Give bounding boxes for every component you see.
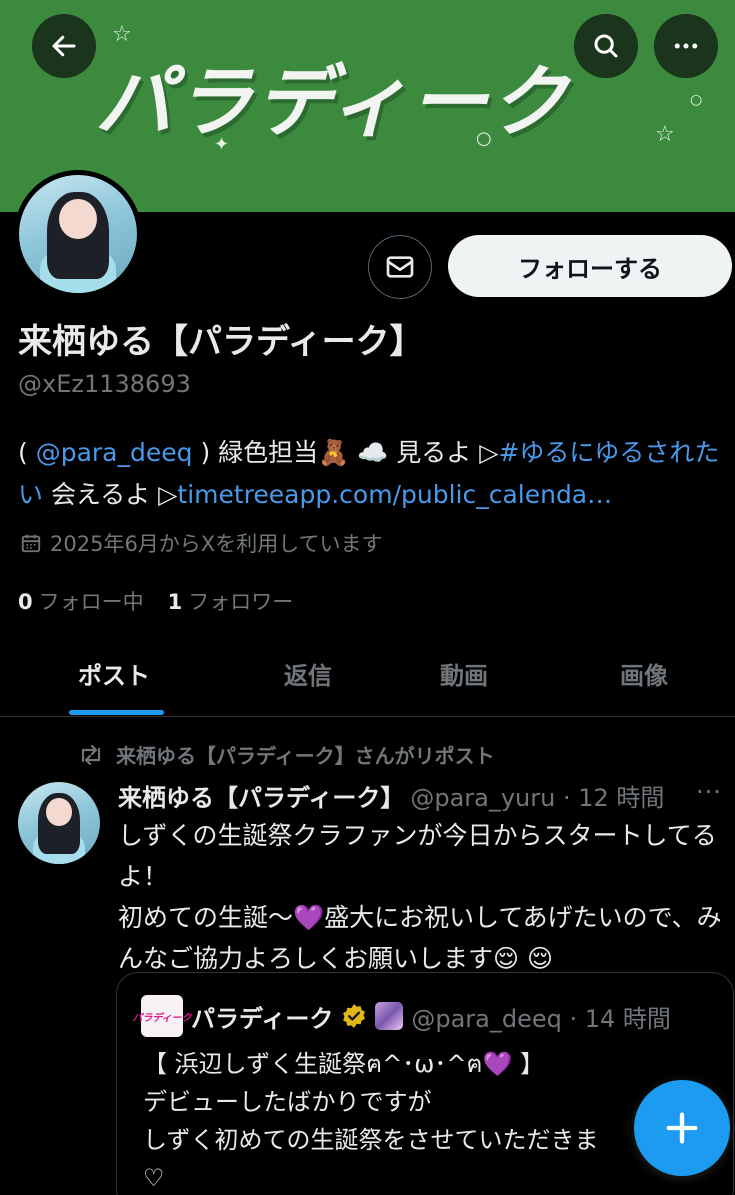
followers-count: 1 <box>167 590 183 614</box>
quoted-post[interactable]: パラディーク パラディーク @para_deeq · 14 時間 【 浜辺しずく… <box>116 972 734 1195</box>
message-button[interactable] <box>368 235 432 299</box>
verified-badge-icon <box>343 1004 366 1028</box>
following-count: 0 <box>18 590 33 614</box>
bio-url-link[interactable]: timetreeapp.com/public_calenda… <box>177 480 612 509</box>
tab-posts[interactable]: ポスト <box>78 656 150 691</box>
tab-replies[interactable]: 返信 <box>284 656 332 691</box>
affiliate-badge-icon <box>375 1002 404 1030</box>
following-label: フォロー中 <box>38 590 144 614</box>
mail-icon <box>386 256 414 278</box>
repost-icon <box>81 744 101 765</box>
post-author-name[interactable]: 来栖ゆる【パラディーク】 <box>118 778 404 813</box>
more-icon <box>674 43 698 49</box>
profile-avatar[interactable] <box>14 170 142 298</box>
back-button[interactable] <box>32 14 96 78</box>
quote-text-line: ♡ <box>143 1164 165 1192</box>
back-arrow-icon <box>52 35 76 57</box>
post-handle-time[interactable]: @para_yuru · 12 時間 <box>410 778 664 813</box>
follow-button[interactable]: フォローする <box>448 235 732 297</box>
bio-mention-link[interactable]: @para_deeq <box>36 438 193 467</box>
post-text-line: 初めての生誕〜💜盛大にお祝いしてあげたいので、みんなご協力よろしくお願いします😌… <box>118 903 722 973</box>
star-icon: ☆ <box>655 122 675 147</box>
tab-images[interactable]: 画像 <box>620 656 668 691</box>
tab-videos[interactable]: 動画 <box>440 656 488 691</box>
follow-stats: 0 フォロー中 1 フォロワー <box>18 586 293 616</box>
followers-link[interactable]: 1 フォロワー <box>168 586 294 616</box>
repost-text: 来栖ゆる【パラディーク】さんがリポスト <box>116 744 495 768</box>
user-handle: @xEz1138693 <box>18 370 191 398</box>
followers-label: フォロワー <box>188 590 294 614</box>
banner-title: パラディーク <box>95 58 570 148</box>
compose-button[interactable] <box>634 1080 730 1176</box>
post-text-line: しずくの生誕祭クラファンが今日からスタートしてるよ！ <box>118 821 717 891</box>
following-link[interactable]: 0 フォロー中 <box>18 586 144 616</box>
circle-deco-icon: ○ <box>690 92 703 108</box>
quote-header: パラディーク パラディーク @para_deeq · 14 時間 <box>132 995 671 1037</box>
bio-text: 会えるよ ▷ <box>43 480 178 509</box>
search-icon <box>594 34 618 58</box>
quote-text-line: 【 浜辺しずく生誕祭ฅ^･ω･^ฅ💜 】 <box>143 1050 545 1078</box>
profile-bio: ( @para_deeq ) 緑色担当🧸 ☁️ 見るよ ▷#ゆるにゆるされたい … <box>18 432 728 516</box>
quote-handle-time: @para_deeq · 14 時間 <box>411 1004 671 1033</box>
search-button[interactable] <box>574 14 638 78</box>
more-options-button[interactable] <box>654 14 718 78</box>
calendar-icon <box>21 534 41 553</box>
display-name: 来栖ゆる【パラディーク】 <box>18 322 424 362</box>
joined-date: 2025年6月からXを利用しています <box>20 528 383 558</box>
plus-icon <box>666 1112 698 1144</box>
profile-tabs: ポスト 返信 動画 画像 <box>0 640 735 717</box>
post-body: しずくの生誕祭クラファンが今日からスタートしてるよ！ 初めての生誕〜💜盛大にお祝… <box>118 815 728 979</box>
bio-text: ( <box>18 438 36 467</box>
repost-indicator[interactable]: 来栖ゆる【パラディーク】さんがリポスト <box>78 740 495 769</box>
post-header: 来栖ゆる【パラディーク】 @para_yuru · 12 時間 <box>118 778 664 813</box>
post-avatar[interactable] <box>18 782 100 864</box>
joined-text: 2025年6月からXを利用しています <box>50 532 383 556</box>
active-tab-indicator <box>69 710 164 715</box>
quote-avatar: パラディーク <box>132 995 192 1037</box>
quote-author-name: パラディーク <box>191 1004 334 1033</box>
bio-text: ) 緑色担当🧸 ☁️ 見るよ ▷ <box>192 438 499 467</box>
post-more-button[interactable]: ··· <box>696 778 722 806</box>
